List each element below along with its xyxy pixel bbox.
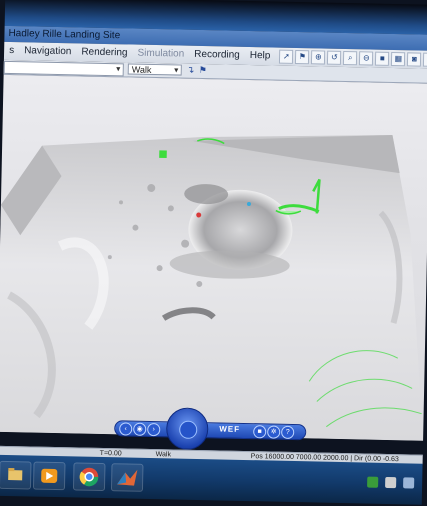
tray-flag-icon[interactable] bbox=[403, 477, 415, 489]
square-icon[interactable]: ■ bbox=[375, 51, 390, 66]
wef-label: WEF bbox=[219, 424, 241, 434]
arrow-icon[interactable]: ↴ bbox=[187, 65, 195, 76]
toolbar-buttons: ➚ ⚑ ⊕ ↺ ⌕ ⊖ ■ ▦ ◙ ▪ ▶ ▯ bbox=[279, 49, 427, 68]
rotate-left-icon[interactable]: ‹ bbox=[119, 422, 133, 436]
terrain-3d-viewport[interactable] bbox=[0, 74, 427, 441]
terrain-surface bbox=[0, 135, 424, 441]
navigation-wheel[interactable] bbox=[165, 407, 209, 451]
navigation-bar: ‹ ◉ › WEF ■ ✲ ? bbox=[114, 420, 307, 441]
zoom-in-icon[interactable]: ⊕ bbox=[311, 50, 326, 65]
tray-network-icon[interactable] bbox=[367, 476, 379, 488]
lunar-module-marker bbox=[159, 150, 167, 159]
menu-item-s[interactable]: s bbox=[4, 42, 19, 60]
window-title: Hadley Rille Landing Site bbox=[8, 27, 121, 42]
menu-item-simulation[interactable]: Simulation bbox=[132, 45, 189, 64]
pan-icon[interactable]: ◉ bbox=[133, 422, 147, 436]
view-mode-value: Walk bbox=[131, 64, 152, 75]
navigation-wheel-center[interactable] bbox=[179, 420, 198, 439]
explorer-icon[interactable] bbox=[0, 460, 32, 490]
chrome-icon[interactable] bbox=[72, 462, 106, 492]
menu-item-navigation[interactable]: Navigation bbox=[19, 42, 77, 61]
zoom-icon[interactable]: ⌕ bbox=[343, 50, 358, 66]
view-mode-dropdown[interactable]: Walk ▼ bbox=[127, 63, 182, 76]
settings-icon[interactable]: ✲ bbox=[267, 425, 281, 439]
menu-item-recording[interactable]: Recording bbox=[189, 46, 245, 65]
grid-icon[interactable]: ▦ bbox=[391, 51, 406, 67]
menu-item-help[interactable]: Help bbox=[245, 47, 276, 66]
undo-icon[interactable]: ↺ bbox=[327, 50, 342, 65]
gray-box-icon[interactable]: ▪ bbox=[423, 52, 427, 67]
help-icon[interactable]: ? bbox=[281, 425, 295, 440]
chevron-down-icon: ▼ bbox=[114, 66, 122, 74]
flag-icon[interactable]: ⚑ bbox=[295, 49, 310, 65]
navigation-control[interactable]: ‹ ◉ › WEF ■ ✲ ? bbox=[114, 406, 307, 451]
matlab-icon[interactable] bbox=[110, 463, 144, 492]
stop-icon[interactable]: ■ bbox=[253, 425, 267, 439]
windows-taskbar bbox=[0, 454, 423, 505]
tray-volume-icon[interactable] bbox=[385, 476, 397, 489]
lunar-terrain bbox=[0, 135, 424, 441]
rotate-right-icon[interactable]: › bbox=[147, 422, 161, 437]
arrow-icon[interactable]: ➚ bbox=[279, 49, 294, 64]
chevron-down-icon: ▼ bbox=[172, 67, 180, 75]
flag-icon[interactable]: ⚑ bbox=[199, 65, 207, 76]
menu-item-rendering[interactable]: Rendering bbox=[76, 43, 133, 62]
camera-icon[interactable]: ◙ bbox=[407, 52, 422, 67]
media-player-icon[interactable] bbox=[32, 461, 66, 491]
viewpoint-dropdown[interactable]: ▼ bbox=[3, 60, 124, 77]
zoom-out-icon[interactable]: ⊖ bbox=[359, 51, 374, 66]
